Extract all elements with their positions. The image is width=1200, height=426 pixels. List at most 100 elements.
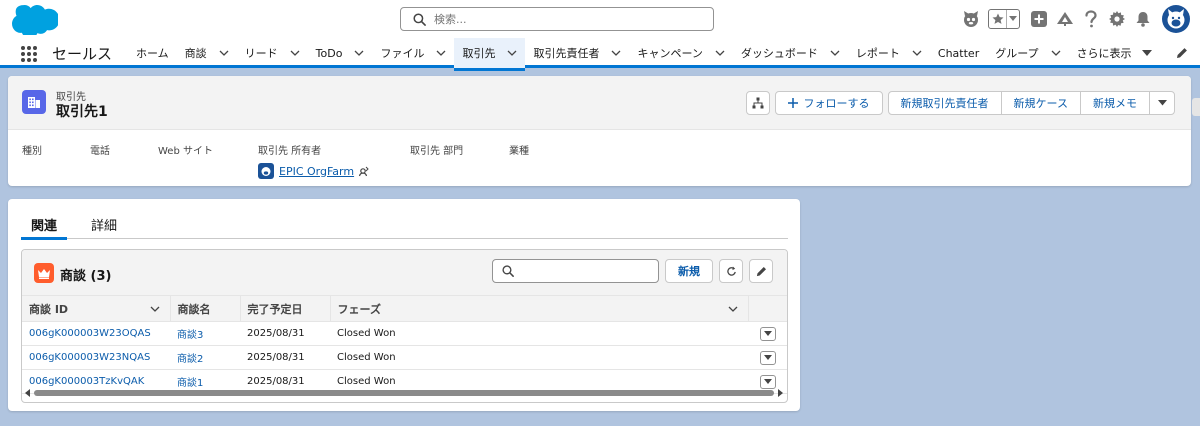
chevron-down-icon[interactable] xyxy=(290,48,300,58)
caret-down-icon xyxy=(764,331,772,336)
app-name: セールス xyxy=(52,45,113,63)
trailhead-icon[interactable] xyxy=(1054,8,1076,30)
refresh-button[interactable] xyxy=(719,259,743,283)
record-highlights-header: 取引先 取引先1 フォローする 新規取引先責任者 新規ケース 新規メモ xyxy=(8,76,1191,130)
hierarchy-icon xyxy=(752,97,764,109)
chevron-down-icon[interactable] xyxy=(1051,48,1061,58)
nav-item-label: さらに表示 xyxy=(1076,47,1132,60)
field-type: 種別 xyxy=(22,142,42,157)
new-contact-button[interactable]: 新規取引先責任者 xyxy=(887,91,1002,115)
cell-opportunity-name: 商談2 xyxy=(170,345,240,370)
new-case-button[interactable]: 新規ケース xyxy=(1000,91,1081,115)
nav-item-leads[interactable]: リード xyxy=(237,38,308,68)
chevron-down-icon[interactable] xyxy=(150,305,160,313)
opportunity-id-link[interactable]: 006gK000003TzKvQAK xyxy=(29,376,144,387)
main-content-panel: 関連 詳細 商談 (3) 新規 商談 ID 商談名 完了予定日 フェーズ 006… xyxy=(8,199,800,411)
opportunity-name-link[interactable]: 商談3 xyxy=(177,330,203,341)
cell-close-date: 2025/08/31 xyxy=(240,345,330,370)
add-icon[interactable] xyxy=(1028,8,1050,30)
row-actions-menu[interactable] xyxy=(760,326,776,341)
utility-side-tab[interactable] xyxy=(1192,98,1200,116)
favorite-dropdown-icon[interactable] xyxy=(1007,10,1019,28)
app-navigation-bar: セールス ホーム 商談 リード ToDo ファイル 取引先 取引先責任者 キャン… xyxy=(0,38,1200,71)
opportunity-name-link[interactable]: 商談2 xyxy=(177,354,203,365)
setup-gear-icon[interactable] xyxy=(1106,8,1128,30)
change-owner-icon[interactable] xyxy=(358,165,370,177)
help-icon[interactable] xyxy=(1080,8,1102,30)
nav-item-opportunities[interactable]: 商談 xyxy=(177,38,237,68)
scroll-left-icon[interactable] xyxy=(24,389,32,397)
einstein-icon[interactable] xyxy=(960,8,982,30)
more-actions-button[interactable] xyxy=(1149,91,1175,115)
new-note-button[interactable]: 新規メモ xyxy=(1080,91,1150,115)
scroll-right-icon[interactable] xyxy=(776,389,784,397)
horizontal-scrollbar[interactable] xyxy=(24,389,784,397)
row-actions-menu[interactable] xyxy=(760,350,776,365)
app-launcher-icon[interactable] xyxy=(20,45,38,63)
column-label: 商談名 xyxy=(177,302,211,316)
action-button-group: 新規取引先責任者 新規ケース 新規メモ xyxy=(887,91,1175,115)
cell-opportunity-id: 006gK000003W23OQAS xyxy=(22,321,170,346)
nav-item-accounts[interactable]: 取引先 xyxy=(454,38,526,71)
row-actions-menu[interactable] xyxy=(760,374,776,389)
chevron-down-icon[interactable] xyxy=(728,305,738,313)
chevron-down-icon[interactable] xyxy=(715,48,725,58)
user-avatar[interactable] xyxy=(1162,5,1190,33)
favorite-star-icon[interactable] xyxy=(989,10,1007,28)
related-list-search-input[interactable] xyxy=(520,264,650,278)
nav-item-reports[interactable]: レポート xyxy=(848,38,930,68)
nav-item-chatter[interactable]: Chatter xyxy=(930,38,987,68)
nav-item-groups[interactable]: グループ xyxy=(987,38,1068,68)
column-header-close-date[interactable]: 完了予定日 xyxy=(239,295,330,322)
related-list-title[interactable]: 商談 (3) xyxy=(60,265,111,284)
nav-item-files[interactable]: ファイル xyxy=(372,38,454,68)
new-opportunity-button[interactable]: 新規 xyxy=(665,259,713,283)
opportunity-name-link[interactable]: 商談1 xyxy=(177,378,203,389)
nav-item-todo[interactable]: ToDo xyxy=(308,38,373,68)
owner-link[interactable]: EPIC OrgFarm xyxy=(279,165,354,178)
notifications-bell-icon[interactable] xyxy=(1132,8,1154,30)
follow-button[interactable]: フォローする xyxy=(774,91,883,115)
cell-opportunity-name: 商談3 xyxy=(170,321,240,346)
chevron-down-icon[interactable] xyxy=(219,48,229,58)
pencil-icon[interactable] xyxy=(1176,47,1188,59)
column-header-stage[interactable]: フェーズ xyxy=(329,295,748,322)
chevron-down-icon[interactable] xyxy=(912,48,922,58)
favorites-group xyxy=(988,9,1020,29)
column-header-opportunity-id[interactable]: 商談 ID xyxy=(22,295,170,322)
chevron-down-icon[interactable] xyxy=(354,48,364,58)
cell-stage: Closed Won xyxy=(330,321,748,346)
opportunity-id-link[interactable]: 006gK000003W23NQAS xyxy=(29,352,150,363)
caret-down-icon xyxy=(1141,50,1152,56)
hierarchy-button[interactable] xyxy=(745,91,770,115)
related-list-search[interactable] xyxy=(492,259,659,283)
nav-item-label: リード xyxy=(244,47,278,60)
column-label: 完了予定日 xyxy=(247,302,303,316)
nav-item-contacts[interactable]: 取引先責任者 xyxy=(525,38,629,68)
column-header-actions xyxy=(747,295,787,322)
inline-edit-button[interactable] xyxy=(749,259,773,283)
nav-item-dashboards[interactable]: ダッシュボード xyxy=(733,38,848,68)
chevron-down-icon[interactable] xyxy=(436,48,446,58)
chevron-down-icon[interactable] xyxy=(611,48,621,58)
nav-item-label: ファイル xyxy=(380,47,425,60)
record-actions: フォローする 新規取引先責任者 新規ケース 新規メモ xyxy=(745,91,1175,115)
nav-item-more[interactable]: さらに表示 xyxy=(1069,38,1160,68)
chevron-down-icon[interactable] xyxy=(507,48,517,58)
chevron-down-icon[interactable] xyxy=(830,48,840,58)
tab-related[interactable]: 関連 xyxy=(21,209,68,240)
global-search-input[interactable] xyxy=(434,12,704,26)
pencil-icon xyxy=(756,266,766,276)
opportunity-id-link[interactable]: 006gK000003W23OQAS xyxy=(29,328,151,339)
nav-item-label: ダッシュボード xyxy=(740,47,818,60)
field-division: 取引先 部門 xyxy=(410,142,463,157)
cloud-logo[interactable] xyxy=(12,5,58,35)
nav-item-home[interactable]: ホーム xyxy=(128,38,177,68)
nav-item-campaigns[interactable]: キャンペーン xyxy=(629,38,732,68)
scrollbar-thumb[interactable] xyxy=(34,390,774,396)
column-header-opportunity-name[interactable]: 商談名 xyxy=(169,295,240,322)
tab-details[interactable]: 詳細 xyxy=(81,209,127,239)
global-search[interactable] xyxy=(400,7,714,31)
column-label: フェーズ xyxy=(337,302,381,316)
follow-label: フォローする xyxy=(803,97,870,110)
